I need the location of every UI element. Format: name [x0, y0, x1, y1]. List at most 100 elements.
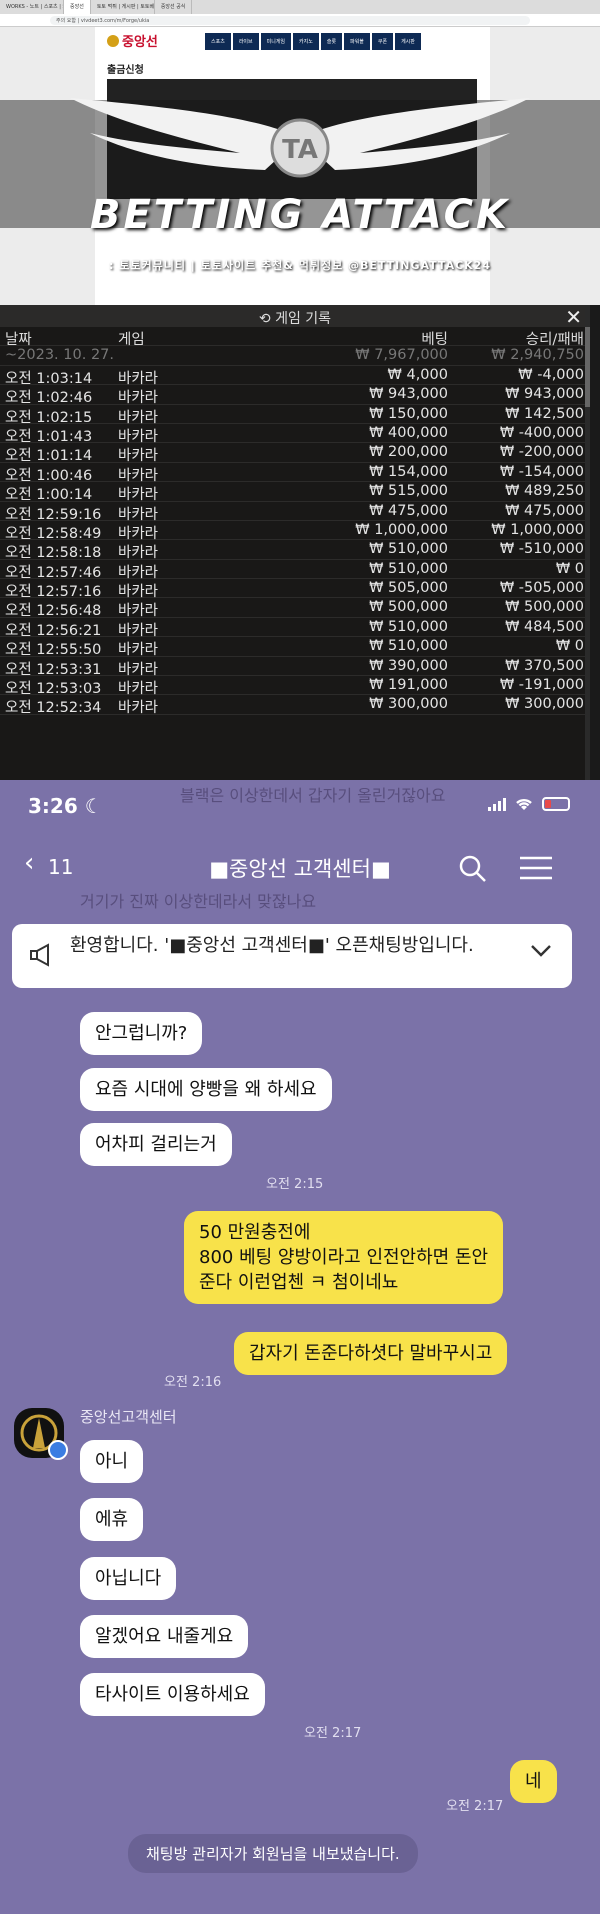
message-line: 800 베팅 양방이라고 인전안하면 돈안 — [199, 1247, 489, 1268]
nav-item[interactable]: 게시판 — [395, 33, 421, 50]
nav-item[interactable]: 미니게임 — [260, 33, 292, 50]
search-icon[interactable] — [458, 854, 488, 884]
table-row: 오전 12:56:48 바카라 ₩ 500,000 ₩ 500,000 — [0, 598, 590, 619]
table-row: 오전 12:53:03 바카라 ₩ 191,000 ₩ -191,000 — [0, 676, 590, 697]
nav-item[interactable]: 라이브 — [232, 33, 259, 50]
row-win: ₩ 475,000 — [505, 502, 584, 519]
row-bet: ₩ 510,000 — [369, 560, 448, 577]
row-win: ₩ 370,500 — [505, 657, 584, 674]
table-row: 오전 1:01:43 바카라 ₩ 400,000 ₩ -400,000 — [0, 424, 590, 445]
summary-bet: ₩ 7,967,000 — [355, 347, 448, 364]
clock: 3:26 — [28, 794, 78, 818]
row-bet: ₩ 943,000 — [369, 386, 448, 403]
row-win: ₩ 489,250 — [505, 483, 584, 500]
watermark-badge: TA — [282, 135, 318, 165]
browser-tab[interactable]: 중앙선 — [64, 0, 91, 14]
url-field[interactable]: 주의 요함 | vivdeet3.com/m/Forge/ukia — [50, 16, 530, 25]
watermark-subtitle: : 토토커뮤니티 | 토토사이트 추천& 먹튀정보 @BETTINGATTACK… — [109, 259, 491, 272]
scrollbar[interactable] — [585, 305, 590, 780]
nav-item[interactable]: 카지노 — [293, 33, 319, 50]
row-bet: ₩ 150,000 — [369, 405, 448, 422]
row-win: ₩ 500,000 — [505, 599, 584, 616]
signal-icon — [488, 797, 506, 811]
announcement-banner[interactable]: 환영합니다. '■중앙선 고객센터■' 오픈채팅방입니다. — [12, 924, 572, 988]
table-row: 오전 1:00:14 바카라 ₩ 515,000 ₩ 489,250 — [0, 482, 590, 503]
my-message-bubble[interactable]: 갑자기 돈준다하셧다 말바꾸시고 — [234, 1332, 508, 1375]
chevron-down-icon[interactable] — [530, 944, 552, 958]
table-header: 날짜 게임 베팅 승리/패배 — [0, 327, 590, 348]
moon-icon: ☾ — [84, 794, 103, 818]
table-row: 오전 12:57:16 바카라 ₩ 505,000 ₩ -505,000 — [0, 579, 590, 600]
address-bar: 주의 요함 | vivdeet3.com/m/Forge/ukia — [0, 14, 600, 27]
browser-tab[interactable]: 중앙선 공식 — [155, 0, 193, 14]
page-title: 출금신청 — [107, 65, 144, 76]
site-logo[interactable]: 중앙선 — [107, 31, 158, 50]
logo-text: 중앙선 — [122, 35, 158, 50]
row-win: ₩ 1,000,000 — [491, 521, 584, 538]
browser-tab-bar: WORKS - 노트 | 스포츠 | SMALL 중앙선 토토 먹튀 | 게시판… — [0, 0, 600, 14]
game-history-title: 게임 기록 — [275, 311, 332, 327]
row-win: ₩ 142,500 — [505, 405, 584, 422]
row-win: ₩ -200,000 — [499, 444, 584, 461]
row-bet: ₩ 475,000 — [369, 502, 448, 519]
message-bubble[interactable]: 아니 — [80, 1440, 144, 1483]
message-bubble[interactable]: 아닙니다 — [80, 1557, 177, 1600]
row-win: ₩ -154,000 — [499, 463, 584, 480]
table-row: 오전 1:02:46 바카라 ₩ 943,000 ₩ 943,000 — [0, 385, 590, 406]
menu-icon[interactable] — [520, 856, 552, 880]
row-bet: ₩ 515,000 — [369, 483, 448, 500]
row-bet: ₩ 500,000 — [369, 599, 448, 616]
table-row: 오전 12:57:46 바카라 ₩ 510,000 ₩ 0 — [0, 560, 590, 581]
announcement-text: 환영합니다. '■중앙선 고객센터■' 오픈채팅방입니다. — [70, 935, 474, 956]
message-bubble[interactable]: 요즘 시대에 양빵을 왜 하세요 — [80, 1068, 332, 1111]
row-bet: ₩ 390,000 — [369, 657, 448, 674]
my-message-bubble[interactable]: 50 만원충전에 800 베팅 양방이라고 인전안하면 돈안 준다 이런업첸 ㅋ… — [184, 1211, 504, 1304]
nav-item[interactable]: 파워볼 — [344, 33, 370, 50]
summary-row: ~2023. 10. 27. ₩ 7,967,000 ₩ 2,940,750 — [0, 346, 590, 366]
game-history-panel: ⟲ 게임 기록 ✕ 날짜 게임 베팅 승리/패배 ~2023. 10. 27. … — [0, 305, 590, 780]
watermark-title: BETTING ATTACK — [89, 192, 510, 238]
browser-tab[interactable]: 토토 먹튀 | 게시판 | 토토베팅 — [91, 0, 155, 14]
nav-item[interactable]: 슬롯 — [320, 33, 343, 50]
row-bet: ₩ 505,000 — [369, 580, 448, 597]
row-win: ₩ -191,000 — [499, 677, 584, 694]
sender-name: 중앙선고객센터 — [80, 1408, 177, 1426]
chat-title: ■중앙선 고객센터■ — [209, 857, 391, 881]
row-win: ₩ -510,000 — [499, 541, 584, 558]
message-bubble[interactable]: 어차피 걸리는거 — [80, 1123, 232, 1166]
message-bubble[interactable]: 알겠어요 내줄게요 — [80, 1615, 249, 1658]
chat-header: ‹ 11 ■중앙선 고객센터■ — [0, 846, 600, 886]
table-row: 오전 12:52:34 바카라 ₩ 300,000 ₩ 300,000 — [0, 695, 590, 717]
message-bubble[interactable]: 타사이트 이용하세요 — [80, 1673, 265, 1716]
timestamp: 오전 2:17 — [304, 1726, 362, 1741]
scrollbar-thumb[interactable] — [585, 327, 590, 407]
verified-badge-icon — [48, 1440, 68, 1460]
wings-logo-icon: TA — [70, 98, 530, 178]
message-bubble[interactable]: 에휴 — [80, 1498, 144, 1541]
row-bet: ₩ 154,000 — [369, 463, 448, 480]
row-win: ₩ 0 — [555, 560, 584, 577]
table-row: 오전 1:03:14 바카라 ₩ 4,000 ₩ -4,000 — [0, 366, 590, 387]
summary-win: ₩ 2,940,750 — [491, 347, 584, 364]
my-message-bubble[interactable]: 네 — [510, 1760, 557, 1803]
row-time: 오전 12:52:34 — [5, 700, 102, 717]
chat-screen: 블랙은 이상한데서 갑자기 올린거잖아요 거기가 진짜 이상한데라서 맞잖나요 … — [0, 780, 600, 1914]
table-row: 오전 1:00:46 바카라 ₩ 154,000 ₩ -154,000 — [0, 463, 590, 484]
row-bet: ₩ 510,000 — [369, 618, 448, 635]
row-bet: ₩ 510,000 — [369, 638, 448, 655]
table-row: 오전 12:55:50 바카라 ₩ 510,000 ₩ 0 — [0, 637, 590, 658]
status-bar: 3:26 ☾ — [0, 780, 600, 830]
table-row: 오전 12:58:18 바카라 ₩ 510,000 ₩ -510,000 — [0, 540, 590, 561]
table-row: 오전 1:01:14 바카라 ₩ 200,000 ₩ -200,000 — [0, 443, 590, 464]
browser-tab[interactable]: WORKS - 노트 | 스포츠 | SMALL — [0, 0, 64, 14]
row-win: ₩ -4,000 — [518, 366, 584, 383]
table-row: 오전 12:56:21 바카라 ₩ 510,000 ₩ 484,500 — [0, 618, 590, 639]
message-bubble[interactable]: 안그럽니까? — [80, 1012, 203, 1055]
nav-item[interactable]: 쿠폰 — [371, 33, 394, 50]
summary-date: ~2023. 10. 27. — [5, 347, 114, 364]
close-icon[interactable]: ✕ — [565, 305, 582, 329]
logo-icon — [107, 35, 119, 47]
nav-item[interactable]: 스포츠 — [205, 33, 231, 50]
row-win: ₩ 484,500 — [505, 618, 584, 635]
history-icon: ⟲ — [258, 311, 276, 327]
